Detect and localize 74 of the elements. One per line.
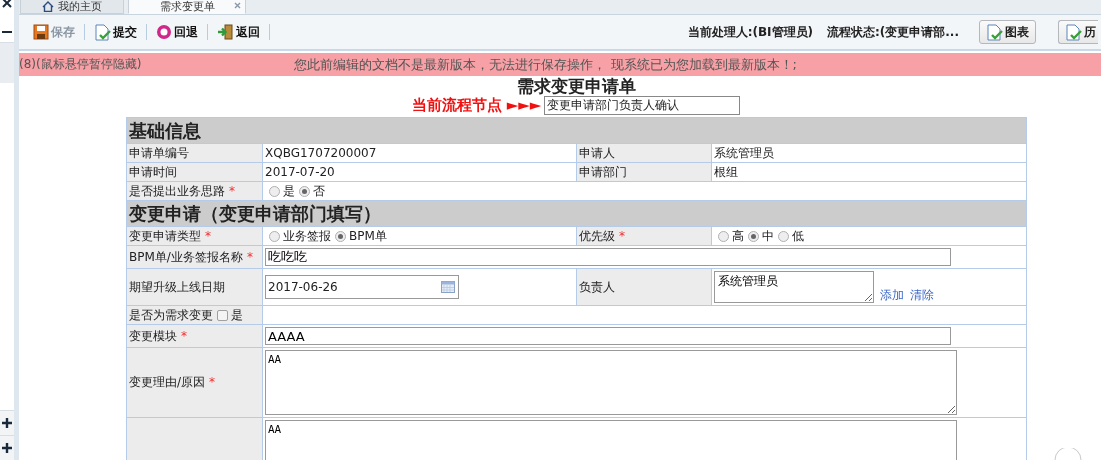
field-label: 是否为需求变更 xyxy=(129,307,213,322)
radio-label: 否 xyxy=(313,183,325,198)
document-check-icon xyxy=(986,23,1003,41)
date-field[interactable]: 2017-06-26 xyxy=(265,275,459,299)
text-field[interactable]: AAAA xyxy=(265,327,951,345)
section-header: 变更申请（变更申请部门填写） xyxy=(126,200,1027,227)
toolbar-button[interactable]: 返回 xyxy=(215,23,262,41)
field-label: 申请人 xyxy=(579,145,615,160)
home-icon xyxy=(42,1,54,12)
status-label: 流程状态:(变更申请部... xyxy=(827,23,959,41)
field-value: 2017-07-20 xyxy=(265,165,335,179)
field-label: 申请部门 xyxy=(579,164,627,179)
field-label: 优先级 xyxy=(579,228,615,243)
text-area[interactable]: AA xyxy=(265,350,957,415)
radio-label: BPM单 xyxy=(349,228,387,243)
required-mark: * xyxy=(209,375,216,389)
field-value: XQBG1707200007 xyxy=(265,146,377,160)
section-header: 基础信息 xyxy=(126,117,1027,144)
field-label: 申请单编号 xyxy=(129,145,189,160)
radio-button[interactable] xyxy=(269,230,280,242)
text-area[interactable]: AA xyxy=(265,420,957,460)
required-mark: * xyxy=(229,183,235,198)
radio-button[interactable] xyxy=(718,230,729,242)
close-icon xyxy=(2,0,12,8)
close-icon[interactable] xyxy=(234,2,241,9)
required-mark: * xyxy=(619,228,625,243)
toolbar-button[interactable]: 图表 xyxy=(979,20,1036,44)
plus-icon xyxy=(2,443,12,453)
circle-icon xyxy=(156,24,172,40)
radio-label: 低 xyxy=(792,228,804,243)
tab[interactable]: 我的主页 xyxy=(20,0,124,14)
radio-button[interactable] xyxy=(748,230,759,242)
checkbox-label: 是 xyxy=(231,307,243,322)
field-label: 期望升级上线日期 xyxy=(129,279,225,294)
radio-button[interactable] xyxy=(269,185,280,197)
radio-label: 高 xyxy=(732,228,744,243)
field-label: BPM单/业务签报名称 xyxy=(129,249,243,264)
required-mark: * xyxy=(181,328,187,343)
link[interactable]: 添加 xyxy=(880,287,904,304)
checkbox[interactable] xyxy=(217,309,228,321)
field-label: 变更模块 xyxy=(129,328,177,343)
field-label: 申请时间 xyxy=(129,164,177,179)
notice-message: 您此前编辑的文档不是最新版本，无法进行保存操作， 现系统已为您加载到最新版本！; xyxy=(294,55,797,74)
radio-label: 是 xyxy=(283,183,295,198)
required-mark: * xyxy=(205,228,211,243)
handler-label: 当前处理人:(BI管理员) xyxy=(687,23,814,41)
plus-icon xyxy=(2,418,12,428)
toolbar-button[interactable]: 提交 xyxy=(92,23,139,41)
field-label: 是否提出业务思路 xyxy=(129,183,225,198)
radio-button[interactable] xyxy=(778,230,789,242)
radio-label: 中 xyxy=(762,228,774,243)
document-check-icon xyxy=(94,23,111,41)
notice-counter: (8)(鼠标悬停暂停隐藏) xyxy=(19,56,142,73)
toolbar-button[interactable]: 历 xyxy=(1058,20,1098,44)
tab[interactable]: 需求变更单 xyxy=(128,0,246,14)
toolbar-button[interactable]: 回退 xyxy=(154,23,200,41)
text-field[interactable]: 吃吃吃 xyxy=(265,248,951,266)
door-arrow-icon xyxy=(217,24,234,40)
field-label: 负责人 xyxy=(579,279,615,294)
link[interactable]: 清除 xyxy=(910,287,934,304)
radio-label: 业务签报 xyxy=(283,228,331,243)
field-label: 变更理由/原因 xyxy=(129,375,206,389)
radio-button[interactable] xyxy=(299,185,310,197)
radio-button[interactable] xyxy=(335,230,346,242)
calendar-icon xyxy=(441,281,455,293)
people-field[interactable]: 系统管理员 xyxy=(714,271,874,303)
field-value: 根组 xyxy=(714,164,738,179)
form-title: 需求变更申请单 xyxy=(515,77,637,95)
node-label: 当前流程节点 ►►► xyxy=(411,95,542,115)
field-label: 变更申请类型 xyxy=(129,228,201,243)
node-field[interactable]: 变更申请部门负责人确认 xyxy=(544,95,741,115)
required-mark: * xyxy=(246,249,253,264)
document-check-icon xyxy=(1065,23,1082,41)
field-value: 系统管理员 xyxy=(714,145,774,160)
